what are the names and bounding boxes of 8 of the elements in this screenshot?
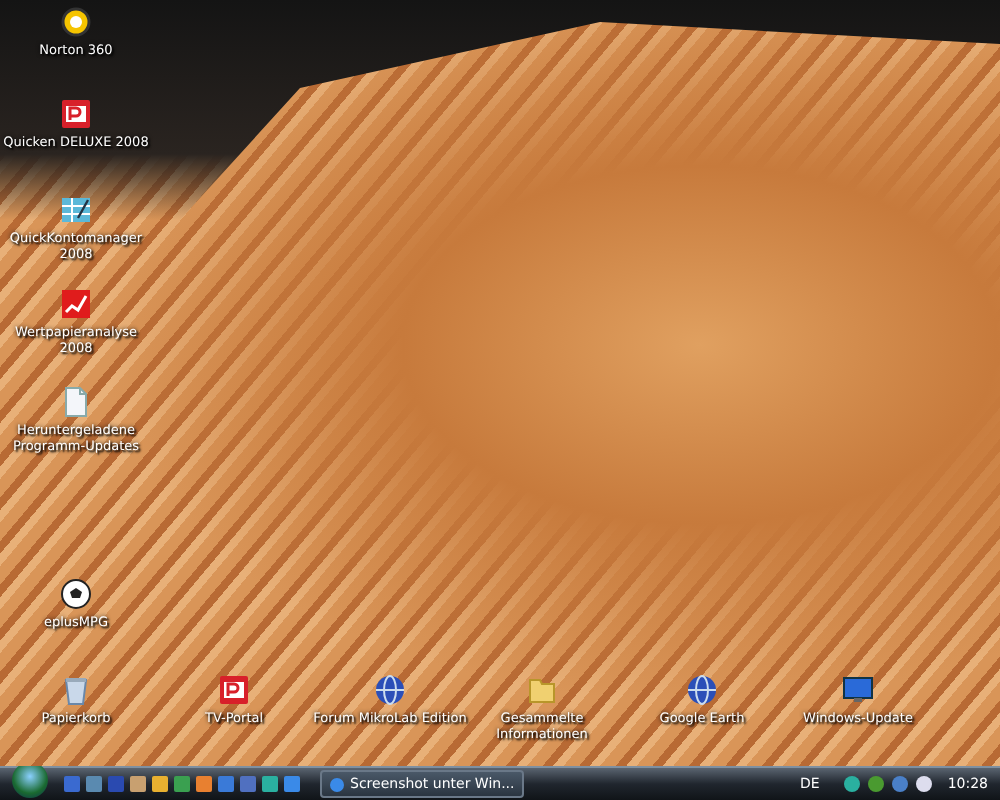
recycle-bin-icon <box>60 674 92 706</box>
soccer-ball-icon <box>60 578 92 610</box>
globe-icon <box>374 674 406 706</box>
chart-icon <box>60 288 92 320</box>
globe-icon <box>686 674 718 706</box>
app-logo-icon <box>60 98 92 130</box>
app-logo-icon <box>218 674 250 706</box>
ring-logo-icon <box>60 6 92 38</box>
